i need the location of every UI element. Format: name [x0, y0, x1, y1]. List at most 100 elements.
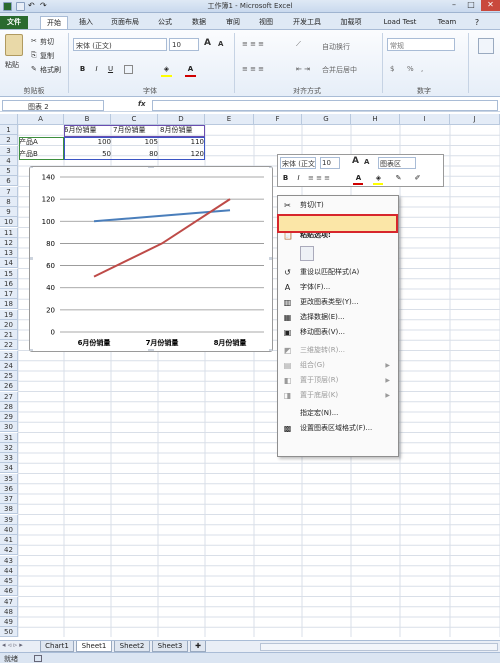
row-header[interactable]: 26	[0, 381, 18, 392]
paste-icon[interactable]	[5, 34, 23, 56]
tab-page-layout[interactable]: 页面布局	[105, 16, 145, 29]
format-painter-icon[interactable]: ✎	[31, 65, 37, 73]
bold-button[interactable]: B	[78, 65, 87, 74]
column-header[interactable]: E	[205, 114, 254, 125]
menu-item[interactable]: ↺ 重设以匹配样式(A)	[278, 265, 398, 280]
menu-item[interactable]: ▩ 设置图表区域格式(F)...	[278, 421, 398, 436]
column-header[interactable]: D	[158, 114, 205, 125]
mini-outline-icon[interactable]: ✎	[394, 174, 403, 183]
paste-button[interactable]: 粘贴	[5, 60, 19, 70]
row-header[interactable]: 8	[0, 196, 18, 207]
row-header[interactable]: 36	[0, 483, 18, 494]
styles-icon[interactable]	[478, 38, 494, 54]
column-header[interactable]: F	[254, 114, 302, 125]
minimize-button[interactable]: –	[446, 0, 462, 11]
column-header[interactable]: H	[351, 114, 400, 125]
copy-button[interactable]: 复制	[40, 51, 54, 61]
macro-record-icon[interactable]	[34, 655, 42, 662]
sheet-tab-sheet1[interactable]: Sheet1	[76, 641, 112, 652]
tab-review[interactable]: 审阅	[220, 16, 246, 29]
sheet-nav-icon[interactable]: ◂ ◃ ▹ ▸	[2, 641, 23, 649]
column-header[interactable]: A	[18, 114, 64, 125]
copy-icon[interactable]: ⎘	[31, 51, 37, 60]
row-header[interactable]: 33	[0, 453, 18, 463]
row-header[interactable]: 13	[0, 248, 18, 258]
row-header[interactable]: 27	[0, 391, 18, 402]
scissors-icon[interactable]: ✂	[31, 37, 37, 45]
row-header[interactable]: 30	[0, 422, 18, 433]
row-header[interactable]: 46	[0, 586, 18, 597]
menu-item[interactable]	[278, 243, 398, 265]
row-header[interactable]: 32	[0, 442, 18, 453]
mini-format-painter-icon[interactable]: ✐	[413, 174, 422, 183]
tab-formulas[interactable]: 公式	[152, 16, 178, 29]
tab-file[interactable]: 文件	[0, 16, 28, 29]
line-chart[interactable]: 0 20 40 60 80 100 120 140 6月份销量 7月份销量 8月份销量	[29, 166, 273, 352]
row-header[interactable]: 25	[0, 371, 18, 381]
sheet-tab-sheet2[interactable]: Sheet2	[114, 641, 150, 652]
row-header[interactable]: 10	[0, 217, 18, 228]
mini-font-select[interactable]: 宋体 (正文	[280, 157, 316, 169]
menu-item[interactable]: ▤ 组合(G) ▶	[278, 358, 398, 373]
row-header[interactable]: 31	[0, 432, 18, 443]
row-header[interactable]: 16	[0, 278, 18, 289]
wrap-text-button[interactable]: 自动换行	[322, 42, 350, 52]
row-header[interactable]: 3	[0, 145, 18, 156]
mini-shrink-font-button[interactable]: A	[364, 158, 369, 166]
row-header[interactable]: 48	[0, 606, 18, 617]
row-header[interactable]: 20	[0, 319, 18, 330]
row-header[interactable]: 29	[0, 412, 18, 422]
italic-button[interactable]: I	[92, 65, 101, 74]
row-header[interactable]: 42	[0, 545, 18, 556]
formula-input[interactable]	[152, 100, 498, 111]
sheet-tab-chart1[interactable]: Chart1	[40, 641, 74, 652]
underline-button[interactable]: U	[106, 65, 115, 74]
column-header[interactable]: I	[400, 114, 450, 125]
row-header[interactable]: 34	[0, 463, 18, 474]
grow-font-button[interactable]: A	[204, 38, 211, 48]
tab-insert[interactable]: 插入	[74, 16, 98, 29]
row-header[interactable]: 22	[0, 340, 18, 351]
row-header[interactable]: 6	[0, 176, 18, 187]
cut-button[interactable]: 剪切	[40, 37, 54, 47]
close-button[interactable]: ✕	[481, 0, 500, 11]
menu-item[interactable]: ◩ 三维旋转(R)...	[278, 343, 398, 358]
fill-color-icon[interactable]: ◈	[162, 65, 171, 74]
menu-item[interactable]: ◧ 置于顶层(R) ▶	[278, 373, 398, 388]
row-header[interactable]: 45	[0, 576, 18, 586]
row-header[interactable]: 12	[0, 237, 18, 248]
mini-bold-button[interactable]: B	[281, 174, 290, 183]
currency-button[interactable]: $	[390, 65, 394, 73]
row-header[interactable]: 9	[0, 207, 18, 217]
row-header[interactable]: 28	[0, 401, 18, 412]
font-size-select[interactable]: 10	[169, 38, 199, 51]
number-format-select[interactable]: 常规	[387, 38, 455, 51]
help-icon[interactable]: ?	[472, 16, 482, 29]
column-header[interactable]: J	[450, 114, 500, 125]
font-name-select[interactable]: 宋体 (正文)	[73, 38, 167, 51]
tab-view[interactable]: 视图	[253, 16, 279, 29]
tab-developer[interactable]: 开发工具	[287, 16, 327, 29]
row-header[interactable]: 14	[0, 258, 18, 269]
row-header[interactable]: 47	[0, 596, 18, 607]
row-header[interactable]: 1	[0, 125, 18, 135]
row-header[interactable]: 49	[0, 617, 18, 627]
comma-button[interactable]: ,	[421, 65, 423, 73]
menu-item[interactable]: A 字体(F)...	[278, 280, 398, 295]
row-header[interactable]: 40	[0, 524, 18, 535]
menu-item[interactable]: ▣ 移动图表(V)...	[278, 325, 398, 340]
row-header[interactable]: 5	[0, 166, 18, 176]
row-header[interactable]: 4	[0, 155, 18, 166]
name-box[interactable]: 图表 2	[2, 100, 104, 111]
row-header[interactable]: 2	[0, 135, 18, 146]
row-header[interactable]: 23	[0, 350, 18, 361]
row-header[interactable]: 35	[0, 473, 18, 484]
tab-load-test[interactable]: Load Test	[376, 16, 424, 29]
menu-item[interactable]: ◨ 置于底层(K) ▶	[278, 388, 398, 403]
row-header[interactable]: 18	[0, 299, 18, 310]
row-header[interactable]: 50	[0, 627, 18, 638]
insert-sheet-icon[interactable]: ✚	[190, 641, 206, 652]
tab-team[interactable]: Team	[433, 16, 461, 29]
mini-size-select[interactable]: 10	[320, 157, 340, 169]
mini-element-select[interactable]: 图表区	[378, 157, 416, 169]
